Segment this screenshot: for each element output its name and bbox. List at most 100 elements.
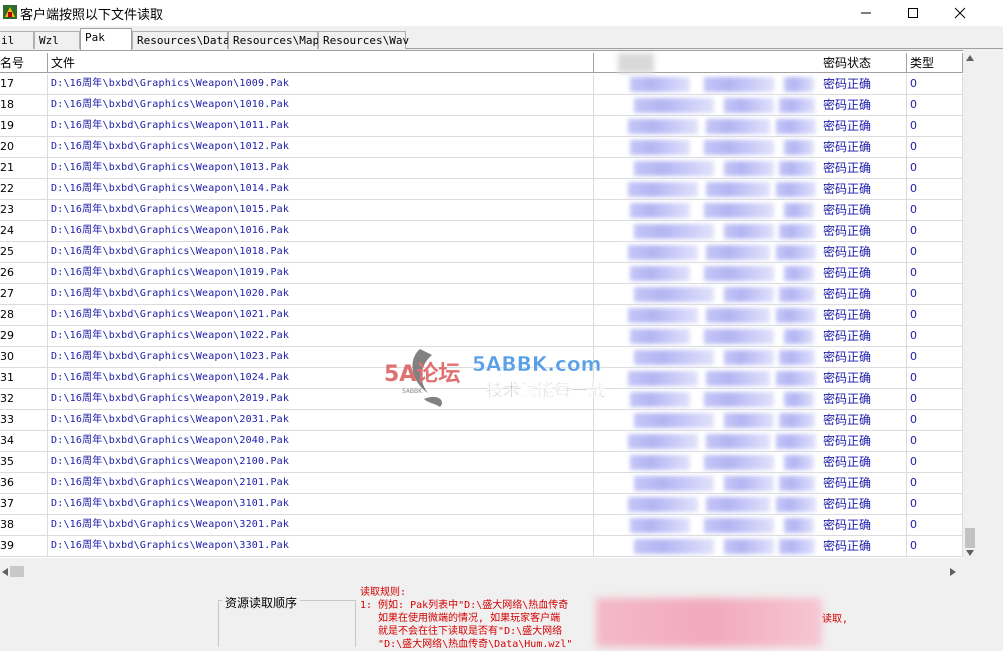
table-row[interactable]: 34 D:\16周年\bxbd\Graphics\Weapon\2040.Pak 密… [0, 431, 963, 452]
cell-id: 36 [0, 473, 48, 494]
table-row[interactable]: 36 D:\16周年\bxbd\Graphics\Weapon\2101.Pak 密… [0, 473, 963, 494]
cell-redacted [594, 263, 820, 284]
cell-status: 密码正确 [820, 95, 907, 116]
table-row[interactable]: 21 D:\16周年\bxbd\Graphics\Weapon\1013.Pak 密… [0, 158, 963, 179]
horizontal-scrollbar[interactable] [0, 563, 963, 580]
cell-id: 32 [0, 389, 48, 410]
tab-resources-wav[interactable]: Resources\Wav [318, 31, 409, 49]
cell-status: 密码正确 [820, 242, 907, 263]
cell-status: 密码正确 [820, 473, 907, 494]
scroll-up-icon[interactable] [966, 55, 974, 61]
scroll-down-icon[interactable] [966, 550, 974, 556]
cell-redacted [594, 221, 820, 242]
cell-redacted [594, 515, 820, 536]
table-row[interactable]: 19 D:\16周年\bxbd\Graphics\Weapon\1011.Pak 密… [0, 116, 963, 137]
cell-file: D:\16周年\bxbd\Graphics\Weapon\2101.Pak [48, 473, 594, 494]
cell-status: 密码正确 [820, 431, 907, 452]
cell-status: 密码正确 [820, 410, 907, 431]
cell-status: 密码正确 [820, 389, 907, 410]
column-header-file[interactable]: 文件 [48, 53, 594, 73]
cell-status: 密码正确 [820, 305, 907, 326]
table-row[interactable]: 20 D:\16周年\bxbd\Graphics\Weapon\1012.Pak 密… [0, 137, 963, 158]
cell-type: 0 [907, 200, 963, 221]
table-row[interactable]: 33 D:\16周年\bxbd\Graphics\Weapon\2031.Pak 密… [0, 410, 963, 431]
cell-id: 37 [0, 494, 48, 515]
cell-file: D:\16周年\bxbd\Graphics\Weapon\2040.Pak [48, 431, 594, 452]
window-title: 客户端按照以下文件读取 [20, 8, 164, 23]
cell-type: 0 [907, 389, 963, 410]
cell-file: D:\16周年\bxbd\Graphics\Weapon\3101.Pak [48, 494, 594, 515]
vertical-scrollbar[interactable] [963, 50, 977, 562]
cell-redacted [594, 116, 820, 137]
table-row[interactable]: 24 D:\16周年\bxbd\Graphics\Weapon\1016.Pak 密… [0, 221, 963, 242]
table-row[interactable]: 37 D:\16周年\bxbd\Graphics\Weapon\3101.Pak 密… [0, 494, 963, 515]
table-row[interactable]: 17 D:\16周年\bxbd\Graphics\Weapon\1009.Pak 密… [0, 74, 963, 95]
cell-id: 35 [0, 452, 48, 473]
tab-strip: il Wzl Pak Resources\Data Resources\Map … [0, 28, 1003, 50]
cell-file: D:\16周年\bxbd\Graphics\Weapon\1011.Pak [48, 116, 594, 137]
tab-pak[interactable]: Pak [80, 28, 132, 50]
watermark-site: 5ABBK.com [472, 352, 601, 376]
cell-type: 0 [907, 179, 963, 200]
cell-type: 0 [907, 137, 963, 158]
cell-id: 38 [0, 515, 48, 536]
cell-type: 0 [907, 368, 963, 389]
vertical-scroll-thumb[interactable] [965, 528, 975, 548]
tab-resources-data[interactable]: Resources\Data [132, 31, 230, 49]
cell-type: 0 [907, 326, 963, 347]
cell-file: D:\16周年\bxbd\Graphics\Weapon\1013.Pak [48, 158, 594, 179]
cell-id: 23 [0, 200, 48, 221]
table-row[interactable]: 38 D:\16周年\bxbd\Graphics\Weapon\3201.Pak 密… [0, 515, 963, 536]
tab-il[interactable]: il [0, 31, 34, 49]
table-row[interactable]: 18 D:\16周年\bxbd\Graphics\Weapon\1010.Pak 密… [0, 95, 963, 116]
cell-file: D:\16周年\bxbd\Graphics\Weapon\1012.Pak [48, 137, 594, 158]
cell-type: 0 [907, 158, 963, 179]
cell-id: 39 [0, 536, 48, 557]
cell-id: 17 [0, 74, 48, 95]
cell-redacted [594, 95, 820, 116]
cell-file: D:\16周年\bxbd\Graphics\Weapon\1021.Pak [48, 305, 594, 326]
cell-status: 密码正确 [820, 326, 907, 347]
table-row[interactable]: 23 D:\16周年\bxbd\Graphics\Weapon\1015.Pak 密… [0, 200, 963, 221]
table-row[interactable]: 27 D:\16周年\bxbd\Graphics\Weapon\1020.Pak 密… [0, 284, 963, 305]
cell-id: 28 [0, 305, 48, 326]
cell-type: 0 [907, 284, 963, 305]
tab-resources-map[interactable]: Resources\Map [228, 31, 319, 49]
table-row[interactable]: 26 D:\16周年\bxbd\Graphics\Weapon\1019.Pak 密… [0, 263, 963, 284]
cell-status: 密码正确 [820, 116, 907, 137]
cell-id: 34 [0, 431, 48, 452]
cell-status: 密码正确 [820, 74, 907, 95]
cell-redacted [594, 431, 820, 452]
table-row[interactable]: 28 D:\16周年\bxbd\Graphics\Weapon\1021.Pak 密… [0, 305, 963, 326]
cell-redacted [594, 410, 820, 431]
minimize-button[interactable] [843, 0, 889, 26]
cell-id: 18 [0, 95, 48, 116]
cell-file: D:\16周年\bxbd\Graphics\Weapon\1015.Pak [48, 200, 594, 221]
column-header-status[interactable]: 密码状态 [820, 53, 907, 73]
column-header-id[interactable]: 名号 [0, 53, 48, 73]
cell-file: D:\16周年\bxbd\Graphics\Weapon\2100.Pak [48, 452, 594, 473]
cell-type: 0 [907, 221, 963, 242]
scroll-left-icon[interactable] [2, 568, 8, 576]
cell-id: 19 [0, 116, 48, 137]
cell-file: D:\16周年\bxbd\Graphics\Weapon\1019.Pak [48, 263, 594, 284]
tab-wzl[interactable]: Wzl [34, 31, 80, 49]
horizontal-scroll-thumb[interactable] [10, 566, 24, 577]
cell-file: D:\16周年\bxbd\Graphics\Weapon\1018.Pak [48, 242, 594, 263]
column-header-type[interactable]: 类型 [907, 53, 963, 73]
cell-redacted [594, 536, 820, 557]
scroll-right-icon[interactable] [950, 568, 956, 576]
watermark-logo: 5A论坛 5ABBK 5ABBK.com 技术赋能每一战 [384, 349, 605, 407]
cell-file: D:\16周年\bxbd\Graphics\Weapon\1020.Pak [48, 284, 594, 305]
table-row[interactable]: 25 D:\16周年\bxbd\Graphics\Weapon\1018.Pak 密… [0, 242, 963, 263]
table-row[interactable]: 22 D:\16周年\bxbd\Graphics\Weapon\1014.Pak 密… [0, 179, 963, 200]
maximize-button[interactable] [890, 0, 936, 26]
cell-file: D:\16周年\bxbd\Graphics\Weapon\1014.Pak [48, 179, 594, 200]
close-button[interactable] [937, 0, 983, 26]
table-row[interactable]: 35 D:\16周年\bxbd\Graphics\Weapon\2100.Pak 密… [0, 452, 963, 473]
table-row[interactable]: 39 D:\16周年\bxbd\Graphics\Weapon\3301.Pak 密… [0, 536, 963, 557]
cell-status: 密码正确 [820, 221, 907, 242]
cell-id: 24 [0, 221, 48, 242]
cell-type: 0 [907, 536, 963, 557]
cell-id: 22 [0, 179, 48, 200]
